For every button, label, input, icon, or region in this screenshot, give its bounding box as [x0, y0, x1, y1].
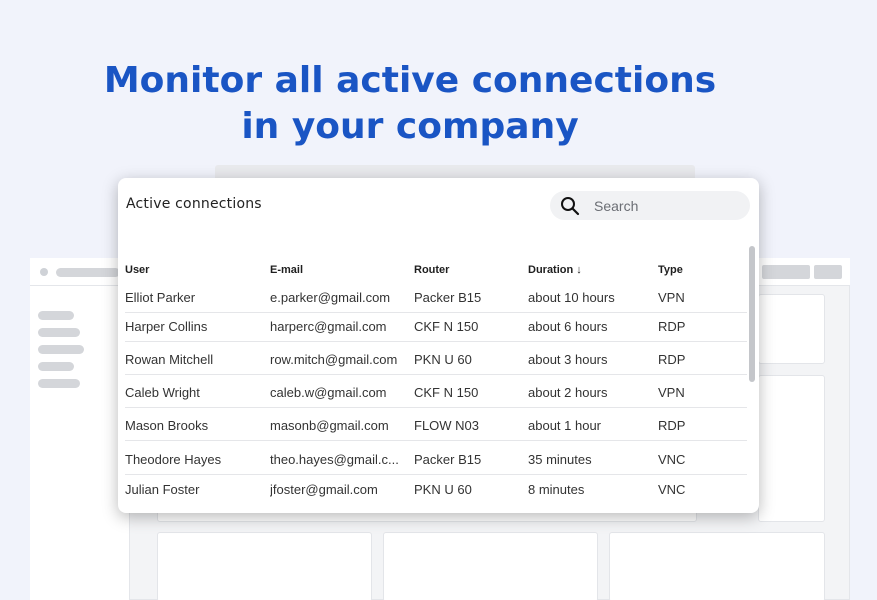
cell-email: theo.hayes@gmail.c... — [270, 452, 399, 467]
cell-router: Packer B15 — [414, 452, 482, 467]
table-row[interactable]: Harper Collins harperc@gmail.com CKF N 1… — [125, 312, 747, 342]
table-row[interactable]: Elliot Parker e.parker@gmail.com Packer … — [125, 283, 747, 313]
background-bar — [56, 268, 120, 277]
background-card — [758, 375, 825, 522]
background-card — [383, 532, 598, 600]
headline-line-2: in your company — [241, 106, 579, 147]
cell-user: Mason Brooks — [125, 418, 209, 433]
cell-email: jfoster@gmail.com — [270, 482, 378, 497]
background-card — [758, 294, 825, 364]
cell-email: e.parker@gmail.com — [270, 290, 391, 305]
headline-line-1: Monitor all active connections — [103, 60, 717, 101]
cell-type: VNC — [658, 452, 686, 467]
column-header-user[interactable]: User — [125, 264, 149, 276]
background-dot — [40, 268, 48, 276]
cell-user: Caleb Wright — [125, 385, 200, 400]
table-row[interactable]: Mason Brooks masonb@gmail.com FLOW N03 a… — [125, 411, 747, 441]
cell-duration: about 3 hours — [528, 352, 608, 367]
background-bar — [38, 345, 84, 354]
table-row[interactable]: Theodore Hayes theo.hayes@gmail.c... Pac… — [125, 445, 747, 475]
cell-type: RDP — [658, 319, 686, 334]
table-row[interactable]: Julian Foster jfoster@gmail.com PKN U 60… — [125, 475, 747, 505]
table-row[interactable]: Caleb Wright caleb.w@gmail.com CKF N 150… — [125, 378, 747, 408]
cell-user: Julian Foster — [125, 482, 200, 497]
background-bar — [38, 379, 80, 388]
column-header-type[interactable]: Type — [658, 264, 683, 276]
panel-title: Active connections — [126, 196, 262, 212]
table-scrollbar[interactable] — [749, 246, 755, 382]
cell-type: VPN — [658, 290, 685, 305]
cell-type: RDP — [658, 352, 686, 367]
background-bar — [38, 328, 80, 337]
cell-duration: about 2 hours — [528, 385, 608, 400]
cell-type: VNC — [658, 482, 686, 497]
cell-router: CKF N 150 — [414, 319, 479, 334]
background-bar — [38, 311, 74, 320]
column-header-email[interactable]: E-mail — [270, 264, 303, 276]
search-box[interactable] — [550, 191, 750, 220]
cell-user: Elliot Parker — [125, 290, 196, 305]
column-header-router[interactable]: Router — [414, 264, 449, 276]
background-bar — [762, 265, 810, 279]
search-icon — [561, 196, 580, 215]
cell-email: caleb.w@gmail.com — [270, 385, 387, 400]
cell-duration: about 10 hours — [528, 290, 615, 305]
background-bar — [814, 265, 842, 279]
background-card — [609, 532, 825, 600]
table-header: User E-mail Router Duration ↓ Type — [125, 264, 745, 278]
cell-user: Rowan Mitchell — [125, 352, 214, 367]
cell-router: FLOW N03 — [414, 418, 480, 433]
headline: Monitor all active connections in your c… — [0, 58, 820, 150]
cell-router: CKF N 150 — [414, 385, 479, 400]
background-bar — [38, 362, 74, 371]
active-connections-panel: Active connections User E-mail Router Du… — [118, 178, 759, 513]
cell-router: Packer B15 — [414, 290, 482, 305]
cell-router: PKN U 60 — [414, 352, 472, 367]
cell-user: Harper Collins — [125, 319, 208, 334]
background-card — [157, 532, 372, 600]
cell-type: RDP — [658, 418, 686, 433]
cell-duration: about 1 hour — [528, 418, 602, 433]
cell-email: harperc@gmail.com — [270, 319, 387, 334]
cell-type: VPN — [658, 385, 685, 400]
search-input[interactable] — [594, 197, 734, 214]
cell-router: PKN U 60 — [414, 482, 472, 497]
cell-user: Theodore Hayes — [125, 452, 222, 467]
cell-duration: about 6 hours — [528, 319, 608, 334]
column-header-duration[interactable]: Duration ↓ — [528, 264, 582, 276]
cell-duration: 8 minutes — [528, 482, 585, 497]
cell-email: row.mitch@gmail.com — [270, 352, 398, 367]
cell-duration: 35 minutes — [528, 452, 592, 467]
table-row[interactable]: Rowan Mitchell row.mitch@gmail.com PKN U… — [125, 345, 747, 375]
cell-email: masonb@gmail.com — [270, 418, 389, 433]
